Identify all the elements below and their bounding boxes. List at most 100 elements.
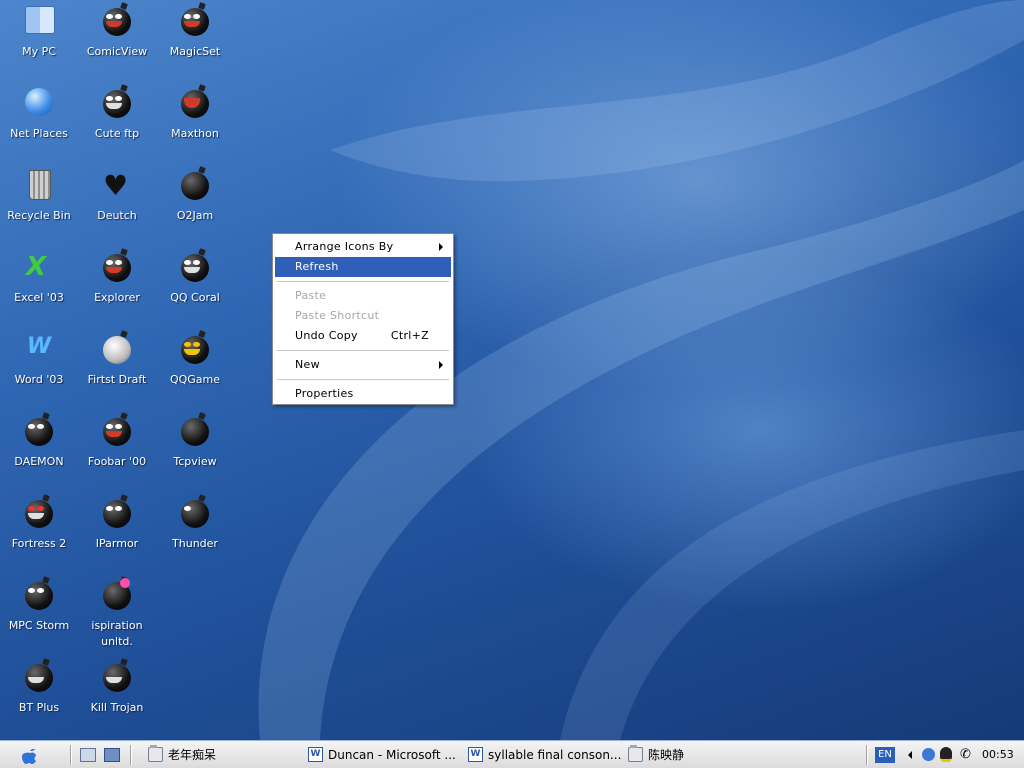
menu-item-paste-shortcut: Paste Shortcut: [275, 306, 451, 326]
menu-item-properties[interactable]: Properties: [275, 384, 451, 404]
language-indicator[interactable]: EN: [875, 747, 895, 763]
task-button-label: Duncan - Microsoft ...: [328, 748, 456, 762]
desktop-icon-deutch[interactable]: ♥ Deutch: [78, 168, 156, 224]
desktop-icon-net-places[interactable]: Net Places: [0, 86, 78, 142]
explorer-icon: [100, 250, 134, 284]
o2jam-icon: [178, 168, 212, 202]
menu-item-refresh[interactable]: Refresh: [275, 257, 451, 277]
clock[interactable]: 00:53: [982, 745, 1018, 765]
task-button-label: 老年痴呆: [168, 748, 217, 762]
desktop-icon-label: Cute ftp: [94, 127, 140, 140]
menu-item-shortcut: Ctrl+Z: [390, 329, 429, 342]
ispiration-icon: [100, 578, 134, 612]
desktop-icon-cute-ftp[interactable]: Cute ftp: [78, 86, 156, 142]
desktop-icon-my-pc[interactable]: My PC: [0, 4, 78, 60]
menu-item-label: Arrange Icons By: [295, 240, 394, 253]
maxthon-icon: [178, 86, 212, 120]
desktop-icon-foobar[interactable]: Foobar '00: [78, 414, 156, 470]
desktop-icon-first-draft[interactable]: Firtst Draft: [78, 332, 156, 388]
start-button[interactable]: [20, 745, 40, 765]
desktop-icon-label: Fortress 2: [11, 537, 67, 550]
desktop-icon-label: Maxthon: [171, 127, 219, 140]
deutch-icon: ♥: [103, 169, 129, 202]
task-button-folder-1[interactable]: 老年痴呆: [146, 744, 318, 766]
desktop-icon-recycle-bin[interactable]: Recycle Bin: [0, 168, 78, 224]
desktop-icon-label: Word '03: [14, 373, 64, 386]
daemon-icon: [22, 414, 56, 448]
recycle-bin-icon: [22, 168, 56, 202]
desktop-icon-label: MPC Storm: [8, 619, 70, 632]
mpc-storm-icon: [22, 578, 56, 612]
desktop-icon-bt-plus[interactable]: BT Plus: [0, 660, 78, 716]
menu-item-paste: Paste: [275, 286, 451, 306]
desktop-icon-label: BT Plus: [18, 701, 60, 714]
desktop-icon-label: ispiration unltd.: [91, 619, 143, 648]
word-icon: W: [26, 334, 52, 359]
menu-item-undo-copy[interactable]: Undo Copy Ctrl+Z: [275, 326, 451, 346]
task-button-label: 陈映静: [648, 748, 685, 762]
desktop[interactable]: My PC Net Places Recycle Bin X Excel '03…: [0, 0, 1024, 740]
desktop-icon-label: Excel '03: [14, 291, 64, 304]
menu-item-label: Paste: [295, 289, 327, 302]
tray-expand-arrow-icon[interactable]: [908, 745, 916, 765]
desktop-icon-label: IParmor: [95, 537, 139, 550]
menu-item-label: Undo Copy: [295, 329, 358, 342]
desktop-icon-comicview[interactable]: ComicView: [78, 4, 156, 60]
task-button-syllable-word[interactable]: W syllable final conson...: [466, 744, 638, 766]
messenger-tray-icon[interactable]: [922, 745, 936, 765]
desktop-icon-label: Kill Trojan: [90, 701, 144, 714]
desktop-icon-thunder[interactable]: Thunder: [156, 496, 234, 552]
foobar-icon: [100, 414, 134, 448]
desktop-icon-explorer[interactable]: Explorer: [78, 250, 156, 306]
submenu-arrow-icon: [439, 243, 443, 251]
menu-item-label: New: [295, 358, 320, 371]
taskbar-divider: [130, 745, 132, 765]
desktop-icon-qqgame[interactable]: QQGame: [156, 332, 234, 388]
desktop-icon-magicset[interactable]: MagicSet: [156, 4, 234, 60]
menu-separator: [277, 281, 449, 282]
desktop-icon-qq-coral[interactable]: QQ Coral: [156, 250, 234, 306]
bt-plus-icon: [22, 660, 56, 694]
magicset-icon: [178, 4, 212, 38]
task-button-duncan-word[interactable]: W Duncan - Microsoft ...: [306, 744, 476, 766]
show-desktop-icon[interactable]: [80, 745, 96, 765]
desktop-icon-label: Deutch: [97, 209, 137, 222]
desktop-icon-ispiration[interactable]: ispiration unltd.: [78, 578, 156, 650]
desktop-icon-label: DAEMON: [14, 455, 64, 468]
desktop-icon-kill-trojan[interactable]: Kill Trojan: [78, 660, 156, 716]
desktop-icon-daemon[interactable]: DAEMON: [0, 414, 78, 470]
desktop-icon-iparmor[interactable]: IParmor: [78, 496, 156, 552]
desktop-icon-word[interactable]: W Word '03: [0, 332, 78, 388]
submenu-arrow-icon: [439, 361, 443, 369]
cute-ftp-icon: [100, 86, 134, 120]
taskbar-divider: [866, 745, 868, 765]
qq-penguin-tray-icon[interactable]: [940, 745, 956, 765]
menu-item-label: Paste Shortcut: [295, 309, 380, 322]
desktop-icon-o2jam[interactable]: O2Jam: [156, 168, 234, 224]
menu-item-label: Properties: [295, 387, 354, 400]
qqgame-icon: [178, 332, 212, 366]
desktop-icon-label: My PC: [22, 45, 56, 58]
quick-launch-window-icon[interactable]: [104, 745, 120, 765]
kill-trojan-icon: [100, 660, 134, 694]
task-button-folder-2[interactable]: 陈映静: [626, 744, 788, 766]
desktop-icon-fortress[interactable]: Fortress 2: [0, 496, 78, 552]
desktop-icon-excel[interactable]: X Excel '03: [0, 250, 78, 306]
word-doc-icon: W: [468, 747, 483, 762]
excel-icon: X: [26, 252, 47, 282]
desktop-icon-label: Foobar '00: [87, 455, 147, 468]
desktop-icon-tcpview[interactable]: Tcpview: [156, 414, 234, 470]
desktop-icon-label: QQGame: [169, 373, 221, 386]
desktop-icon-label: MagicSet: [169, 45, 221, 58]
menu-item-arrange-icons-by[interactable]: Arrange Icons By: [275, 237, 451, 257]
qq-coral-icon: [178, 250, 212, 284]
desktop-icon-label: Net Places: [10, 127, 68, 140]
menu-separator: [277, 350, 449, 351]
desktop-icon-maxthon[interactable]: Maxthon: [156, 86, 234, 142]
desktop-icon-mpc-storm[interactable]: MPC Storm: [0, 578, 78, 634]
desktop-icon-label: Explorer: [94, 291, 140, 304]
desktop-icon-label: Tcpview: [173, 455, 217, 468]
phone-tray-icon[interactable]: ✆: [960, 745, 974, 765]
apple-logo-icon: [22, 748, 36, 764]
menu-item-new[interactable]: New: [275, 355, 451, 375]
